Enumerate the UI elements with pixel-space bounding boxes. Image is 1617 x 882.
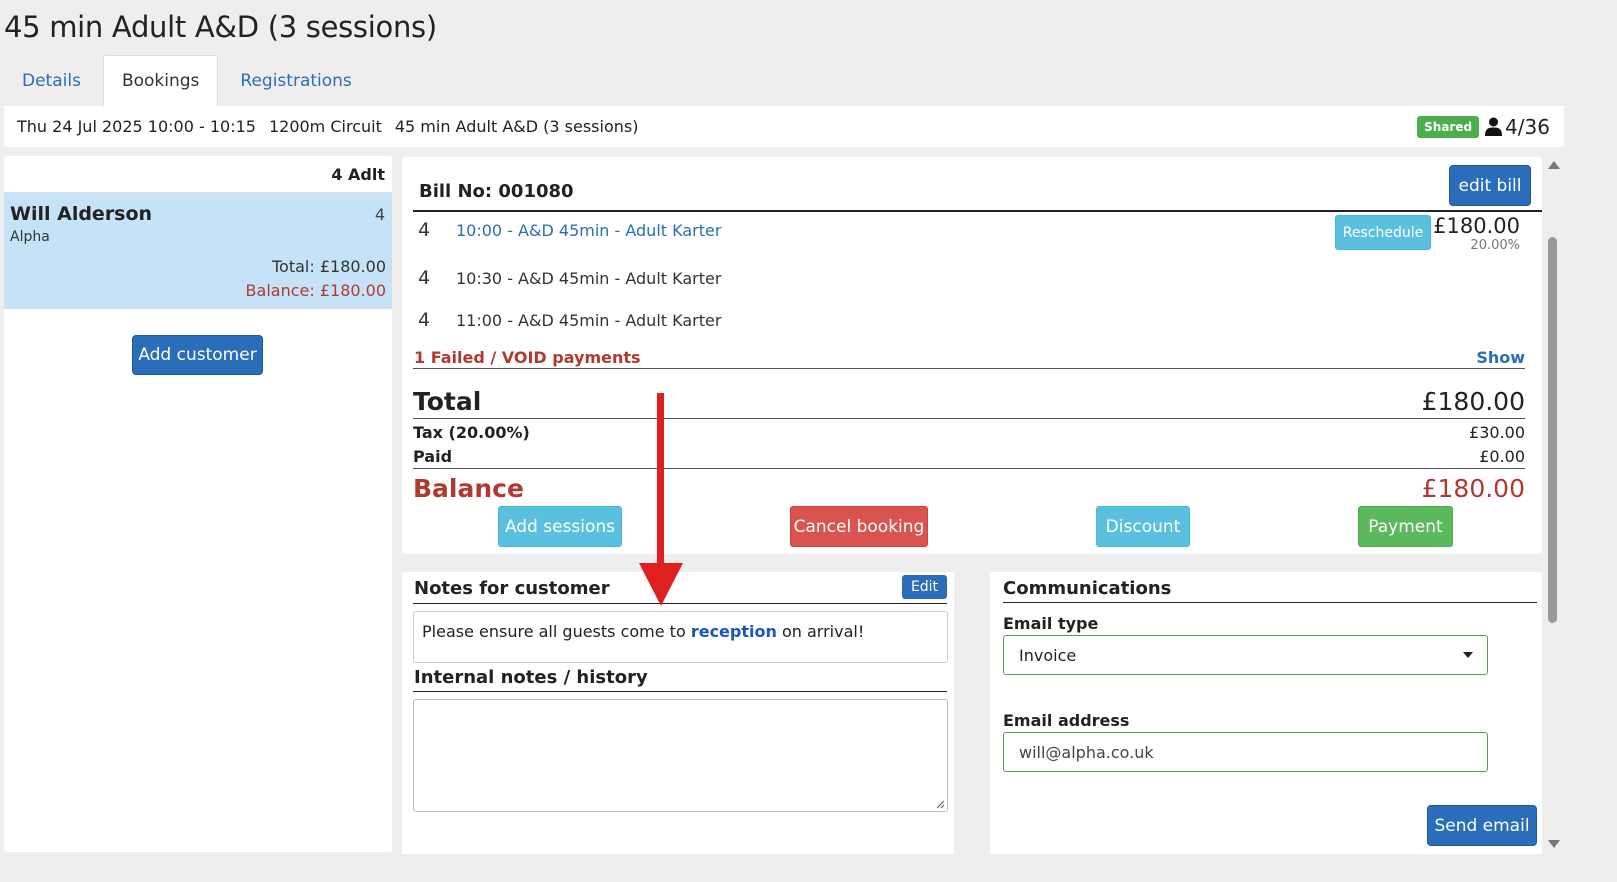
payment-button[interactable]: Payment (1358, 506, 1453, 547)
paid-label: Paid (413, 447, 453, 466)
add-customer-button[interactable]: Add customer (132, 335, 263, 375)
customer-panel-header: 4 Adlt (4, 156, 392, 193)
bill-line-qty: 4 (418, 219, 431, 241)
divider (413, 368, 1525, 369)
divider (413, 418, 1525, 419)
customer-name: Will Alderson (10, 203, 153, 225)
customer-count: 4 (374, 205, 385, 224)
annotation-arrow-icon (639, 393, 683, 606)
edit-notes-button[interactable]: Edit (902, 575, 947, 599)
customer-panel: 4 Adlt Will Alderson 4 Alpha Total: £180… (4, 156, 392, 852)
bill-line: 4 10:30 - A&D 45min - Adult Karter (418, 267, 721, 289)
divider (1003, 602, 1537, 603)
bill-line: 4 11:00 - A&D 45min - Adult Karter (418, 309, 721, 331)
person-icon (1485, 117, 1503, 136)
tab-registrations[interactable]: Registrations (222, 55, 369, 106)
notes-highlight: reception (690, 622, 777, 641)
email-address-input[interactable]: will@alpha.co.uk (1003, 732, 1488, 772)
email-address-label: Email address (1003, 711, 1130, 730)
email-type-label: Email type (1003, 614, 1099, 633)
bill-line-qty: 4 (418, 267, 431, 289)
session-event: 45 min Adult A&D (3 sessions) (394, 117, 639, 136)
page-title: 45 min Adult A&D (3 sessions) (4, 10, 437, 44)
tax-label: Tax (20.00%) (413, 423, 530, 442)
notes-title: Notes for customer (414, 578, 610, 599)
customer-notes: Please ensure all guests come to recepti… (413, 611, 948, 663)
cancel-booking-button[interactable]: Cancel booking (790, 506, 928, 547)
scroll-up-icon[interactable] (1548, 161, 1560, 169)
notes-text-end: on arrival! (776, 622, 865, 641)
bill-line-desc: 11:00 - A&D 45min - Adult Karter (456, 310, 722, 330)
notes-text: Please ensure all guests come to (422, 622, 691, 641)
bill-panel: Bill No: 001080 edit bill 4 10:00 - A&D … (402, 157, 1542, 554)
session-info-bar: Thu 24 Jul 2025 10:00 - 10:15 1200m Circ… (4, 106, 1564, 147)
total-value: £180.00 (1421, 387, 1525, 416)
bill-line: 4 10:00 - A&D 45min - Adult Karter (418, 219, 721, 241)
email-type-select[interactable]: Invoice (1003, 635, 1488, 675)
tab-bookings[interactable]: Bookings (102, 55, 219, 106)
shared-badge: Shared (1417, 115, 1480, 138)
resize-grip-icon[interactable] (935, 799, 945, 809)
tax-value: £30.00 (1469, 423, 1525, 442)
line-tax-rate: 20.00% (1470, 238, 1520, 253)
scroll-thumb[interactable] (1548, 237, 1557, 623)
tab-bar: Details Bookings Registrations (4, 55, 370, 106)
capacity-indicator: 4/36 (1485, 115, 1550, 139)
capacity-count: 4/36 (1505, 114, 1550, 139)
divider (413, 468, 1525, 469)
bill-line-qty: 4 (418, 309, 431, 331)
communications-title: Communications (1003, 578, 1172, 599)
paid-value: £0.00 (1479, 447, 1525, 466)
customer-balance: Balance: £180.00 (245, 281, 386, 300)
add-sessions-button[interactable]: Add sessions (498, 506, 622, 547)
customer-card[interactable]: Will Alderson 4 Alpha Total: £180.00 Bal… (4, 193, 392, 309)
communications-panel: Communications Email type Invoice Email … (990, 572, 1542, 854)
balance-value: £180.00 (1421, 474, 1525, 503)
total-label: Total (413, 387, 482, 416)
internal-notes-input[interactable] (413, 699, 948, 812)
bill-divider (413, 210, 1542, 212)
edit-bill-button[interactable]: edit bill (1449, 165, 1531, 206)
email-type-value: Invoice (1019, 645, 1077, 665)
bill-number: Bill No: 001080 (419, 181, 574, 202)
chevron-down-icon (1463, 652, 1473, 658)
bill-line-desc: 10:30 - A&D 45min - Adult Karter (456, 268, 722, 288)
tab-details[interactable]: Details (4, 55, 99, 106)
internal-notes-title: Internal notes / history (414, 667, 648, 688)
show-failed-link[interactable]: Show (1476, 348, 1525, 367)
scroll-down-icon[interactable] (1548, 840, 1560, 848)
discount-button[interactable]: Discount (1096, 506, 1190, 547)
balance-label: Balance (413, 474, 524, 503)
customer-company: Alpha (10, 229, 50, 245)
page-scrollbar[interactable] (1545, 157, 1561, 854)
failed-payments-text: 1 Failed / VOID payments (414, 348, 641, 367)
notes-panel: Notes for customer Edit Please ensure al… (402, 572, 954, 854)
line-price: £180.00 (1433, 214, 1520, 238)
send-email-button[interactable]: Send email (1427, 805, 1537, 846)
divider (413, 691, 947, 692)
customer-total: Total: £180.00 (271, 257, 386, 276)
session-track: 1200m Circuit (268, 117, 382, 136)
reschedule-button[interactable]: Reschedule (1335, 215, 1431, 250)
session-datetime: Thu 24 Jul 2025 10:00 - 10:15 (17, 117, 256, 136)
bill-line-link[interactable]: 10:00 - A&D 45min - Adult Karter (456, 221, 721, 240)
